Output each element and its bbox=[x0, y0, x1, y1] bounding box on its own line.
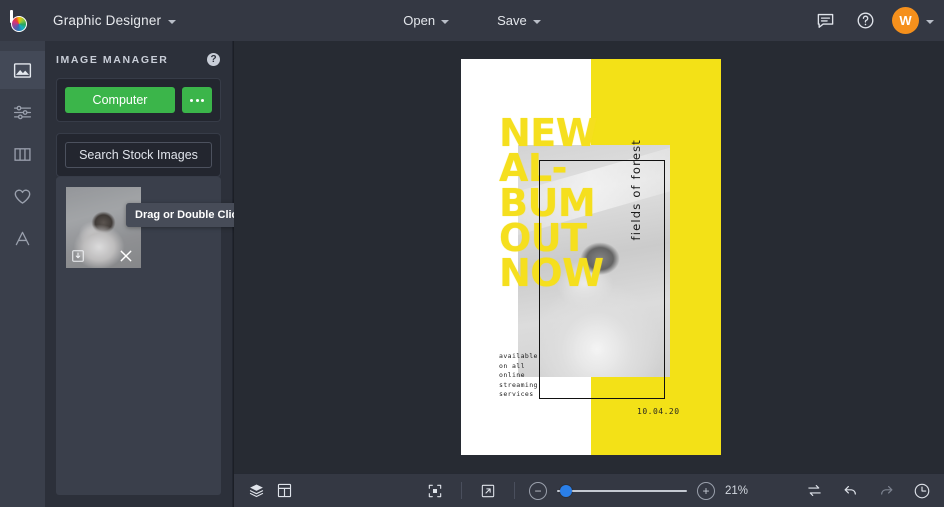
heart-icon bbox=[14, 189, 31, 204]
artboard[interactable]: NEW AL- BUM OUT NOW fields of forest availab… bbox=[461, 59, 721, 455]
chat-bubble-icon bbox=[817, 13, 833, 28]
avatar-initial: W bbox=[899, 13, 912, 28]
fit-to-screen-button[interactable] bbox=[423, 479, 447, 503]
avatar-chevron-down-icon[interactable] bbox=[926, 19, 934, 24]
help-button[interactable] bbox=[852, 8, 878, 34]
sidebar-item-text[interactable] bbox=[0, 219, 45, 257]
undo-arrow-icon bbox=[844, 486, 856, 495]
ellipsis-icon-dot bbox=[195, 98, 199, 102]
redo-button[interactable] bbox=[874, 479, 898, 503]
chevron-down-icon bbox=[168, 19, 177, 24]
zoom-slider-track bbox=[557, 489, 687, 492]
toolbar-divider bbox=[461, 482, 462, 499]
computer-upload-button[interactable]: Computer bbox=[65, 87, 175, 113]
zoom-slider-knob[interactable] bbox=[560, 484, 572, 497]
top-toolbar-right: W bbox=[812, 0, 934, 41]
save-button[interactable]: Save bbox=[485, 7, 553, 34]
sliders-icon bbox=[13, 105, 32, 119]
pages-button[interactable] bbox=[272, 479, 296, 503]
text-a-icon bbox=[15, 231, 30, 245]
bottom-toolbar: − + 21% bbox=[234, 473, 944, 507]
chat-button[interactable] bbox=[812, 8, 838, 34]
sidebar-item-images[interactable] bbox=[0, 51, 45, 89]
redo-arrow-icon bbox=[880, 486, 892, 495]
image-thumbnail-list: Drag or Double Click bbox=[56, 177, 253, 495]
minus-icon: − bbox=[534, 483, 542, 498]
expand-arrow-icon bbox=[481, 484, 495, 497]
bottom-toolbar-left bbox=[234, 479, 296, 503]
app-title-label: Graphic Designer bbox=[53, 13, 162, 28]
layers-button[interactable] bbox=[244, 479, 268, 503]
sidebar-item-layouts[interactable] bbox=[0, 135, 45, 173]
app-root: Graphic Designer Open Save W IMAGE MANAG… bbox=[0, 0, 944, 507]
search-stock-images-label: Search Stock Images bbox=[79, 148, 198, 162]
history-clock-icon bbox=[914, 483, 930, 498]
image-icon bbox=[13, 62, 32, 78]
search-stock-images-button[interactable]: Search Stock Images bbox=[65, 142, 212, 168]
chevron-down-icon bbox=[532, 19, 541, 24]
zoom-level-label: 21% bbox=[725, 484, 749, 497]
page-layout-icon bbox=[277, 483, 291, 498]
import-image-icon[interactable] bbox=[71, 249, 85, 263]
undo-button[interactable] bbox=[838, 479, 862, 503]
plus-icon: + bbox=[702, 483, 710, 498]
app-logo[interactable] bbox=[0, 0, 41, 41]
history-button[interactable] bbox=[910, 479, 934, 503]
zoom-in-button[interactable]: + bbox=[697, 481, 715, 500]
chevron-down-icon bbox=[441, 19, 450, 24]
bottom-toolbar-right bbox=[802, 479, 934, 503]
zoom-out-button[interactable]: − bbox=[529, 481, 547, 500]
computer-upload-label: Computer bbox=[92, 93, 148, 107]
columns-icon bbox=[14, 147, 31, 161]
open-button[interactable]: Open bbox=[391, 7, 461, 34]
avatar[interactable]: W bbox=[892, 7, 919, 34]
artwork-frame-rectangle[interactable] bbox=[539, 160, 665, 399]
more-upload-options-button[interactable] bbox=[182, 87, 212, 113]
fit-to-screen-icon bbox=[428, 484, 442, 497]
upload-card: Computer bbox=[56, 78, 221, 122]
sidebar-item-adjustments[interactable] bbox=[0, 93, 45, 131]
artwork-date-text[interactable]: 10.04.20 bbox=[637, 407, 680, 416]
ellipsis-icon-dot bbox=[201, 98, 204, 102]
left-icon-rail bbox=[0, 41, 45, 507]
help-circle-icon[interactable]: ? bbox=[207, 53, 220, 66]
save-button-label: Save bbox=[497, 13, 527, 28]
help-circle-icon bbox=[857, 12, 873, 29]
top-toolbar: Graphic Designer Open Save W bbox=[0, 0, 944, 41]
stock-card: Search Stock Images bbox=[56, 133, 221, 177]
image-thumbnail[interactable] bbox=[66, 187, 141, 268]
zoom-slider[interactable] bbox=[557, 484, 687, 498]
bedesigner-logo-icon bbox=[9, 9, 32, 32]
ellipsis-icon-dot bbox=[190, 98, 193, 102]
artwork-small-text[interactable]: available on all online streaming services bbox=[499, 352, 538, 400]
compare-button[interactable] bbox=[802, 479, 826, 503]
app-title-dropdown[interactable]: Graphic Designer bbox=[43, 7, 186, 35]
close-x-icon[interactable] bbox=[118, 248, 134, 264]
fullscreen-button[interactable] bbox=[476, 479, 500, 503]
panel-header: IMAGE MANAGER ? bbox=[45, 41, 232, 78]
panel-title: IMAGE MANAGER bbox=[56, 53, 169, 66]
layers-icon bbox=[249, 484, 263, 498]
swap-arrows-icon bbox=[807, 484, 821, 497]
sidebar-item-favorites[interactable] bbox=[0, 177, 45, 215]
canvas-stage[interactable]: NEW AL- BUM OUT NOW fields of forest availab… bbox=[234, 41, 944, 473]
open-button-label: Open bbox=[403, 13, 436, 28]
image-manager-panel: IMAGE MANAGER ? Computer Search Stock Im… bbox=[45, 41, 253, 507]
toolbar-divider bbox=[514, 482, 515, 499]
